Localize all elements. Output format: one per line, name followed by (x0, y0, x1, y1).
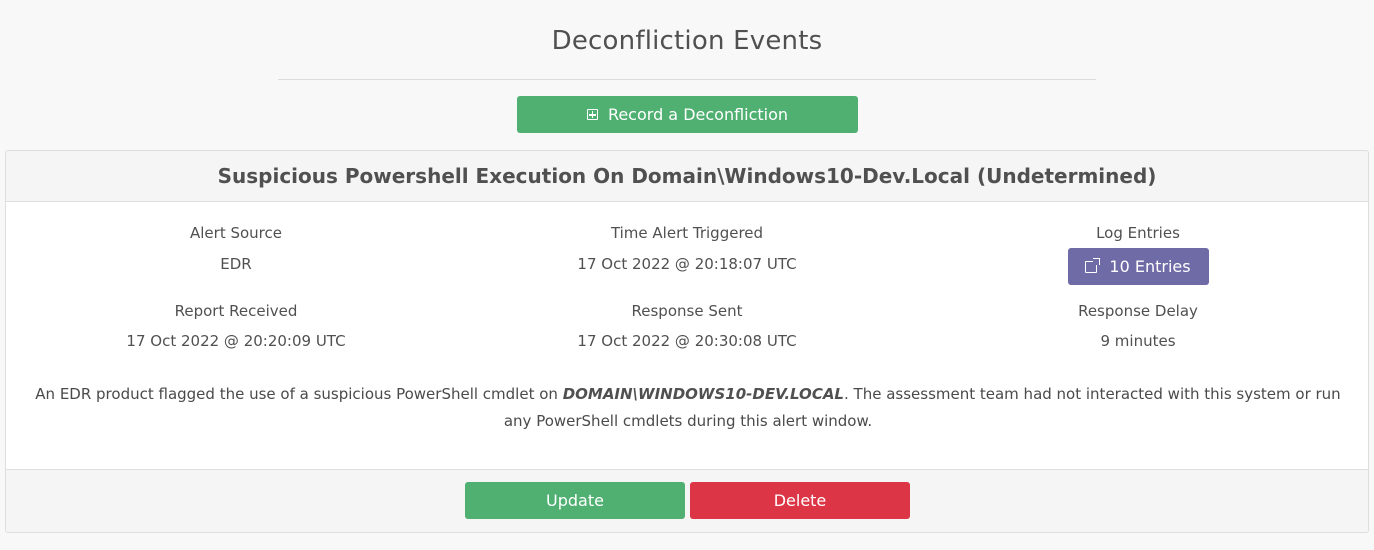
response-delay-field: Response Delay 9 minutes (928, 302, 1348, 350)
log-entries-button-label: 10 Entries (1109, 257, 1191, 276)
response-sent-label: Response Sent (631, 302, 743, 320)
card-footer: Update Delete (6, 469, 1368, 532)
delete-button[interactable]: Delete (690, 482, 910, 519)
page-title: Deconfliction Events (551, 26, 823, 56)
report-received-field: Report Received 17 Oct 2022 @ 20:20:09 U… (26, 302, 446, 350)
title-divider (278, 79, 1096, 80)
log-entries-field: Log Entries 10 Entries (928, 224, 1348, 285)
alert-source-value: EDR (220, 255, 252, 273)
record-deconfliction-button[interactable]: Record a Deconfliction (517, 96, 858, 133)
response-sent-field: Response Sent 17 Oct 2022 @ 20:30:08 UTC (477, 302, 897, 350)
time-alert-triggered-label: Time Alert Triggered (610, 224, 764, 242)
time-alert-triggered-field: Time Alert Triggered 17 Oct 2022 @ 20:18… (477, 224, 897, 273)
external-link-icon (1085, 257, 1101, 273)
response-sent-value: 17 Oct 2022 @ 20:30:08 UTC (577, 332, 797, 350)
response-delay-value: 9 minutes (1100, 332, 1176, 350)
report-received-label: Report Received (174, 302, 298, 320)
alert-source-field: Alert Source EDR (26, 224, 446, 273)
event-description: An EDR product flagged the use of a susp… (31, 381, 1345, 435)
time-alert-triggered-value: 17 Oct 2022 @ 20:18:07 UTC (577, 255, 797, 273)
record-deconfliction-label: Record a Deconfliction (607, 105, 789, 124)
log-entries-label: Log Entries (1096, 224, 1180, 242)
update-button[interactable]: Update (465, 482, 685, 519)
alert-source-label: Alert Source (190, 224, 282, 242)
log-entries-button[interactable]: 10 Entries (1067, 248, 1209, 285)
description-text-before: An EDR product flagged the use of a susp… (35, 385, 563, 403)
event-title: Suspicious Powershell Execution On Domai… (6, 151, 1368, 202)
report-received-value: 17 Oct 2022 @ 20:20:09 UTC (126, 332, 346, 350)
description-host: DOMAIN\WINDOWS10-DEV.LOCAL (562, 385, 844, 403)
plus-square-icon (586, 109, 598, 120)
response-delay-label: Response Delay (1078, 302, 1198, 320)
deconfliction-event-card: Suspicious Powershell Execution On Domai… (5, 150, 1369, 533)
